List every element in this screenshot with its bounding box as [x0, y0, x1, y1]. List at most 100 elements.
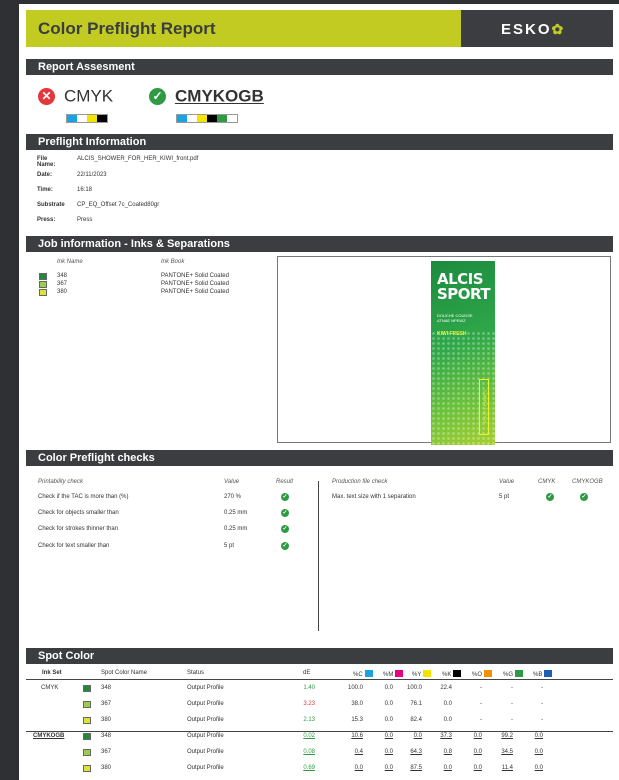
- spot-de: 0.08: [303, 749, 315, 755]
- spot-value-m: 0.0: [384, 749, 393, 755]
- spot-value-g: 34.5: [501, 749, 513, 755]
- spot-value-y: 87.5: [410, 765, 422, 771]
- col-color-swatch: [395, 670, 404, 677]
- ink-swatch: [39, 289, 47, 296]
- col-label: %B: [533, 672, 543, 678]
- spot-name: 367: [101, 701, 112, 707]
- color-swatch: [177, 115, 187, 122]
- check-value: 5 pt: [499, 494, 510, 500]
- spot-value-k: 0.0: [443, 701, 452, 707]
- col-label: %M: [383, 672, 394, 678]
- spot-value-g: 11.4: [501, 765, 513, 771]
- ink-name: 348: [57, 273, 68, 279]
- spot-value-k: 22.4: [440, 685, 452, 691]
- pass-check-icon: ✓: [281, 542, 289, 550]
- spot-status: Output Profile: [187, 765, 224, 771]
- value-header: Value: [224, 479, 240, 485]
- check-value: 270 %: [224, 494, 242, 500]
- result-header: Result: [276, 479, 294, 485]
- spot-swatch: [83, 701, 91, 708]
- spot-value-o: 0.0: [473, 765, 482, 771]
- spot-value-b: 0.0: [534, 765, 543, 771]
- ink-book: PANTONE+ Solid Coated: [161, 281, 229, 287]
- value-header: Value: [499, 479, 515, 485]
- spot-value-m: 0.0: [384, 717, 393, 723]
- spot-status: Output Profile: [187, 685, 224, 691]
- spot-value-g: -: [511, 717, 513, 723]
- spot-value-k: 37.3: [440, 733, 452, 739]
- section-preflight-information: Preflight Information: [26, 134, 613, 150]
- assessment-cmykogb[interactable]: ✓ CMYKOGB: [149, 86, 264, 107]
- esko-logo-text: ESKO: [501, 21, 552, 38]
- color-swatch: [187, 115, 197, 122]
- spot-value-y: 76.1: [410, 701, 422, 707]
- preflight-value: CP_EQ_Offset 7c_Coated80gr: [77, 202, 160, 208]
- ink-name: 367: [57, 281, 68, 287]
- assessment-label: CMYKOGB: [175, 86, 264, 106]
- ink-name-header: Ink Name: [57, 259, 83, 265]
- spot-value-b: 0.0: [534, 733, 543, 739]
- spot-value-c: 0.0: [354, 765, 363, 771]
- spot-value-o: 0.0: [473, 733, 482, 739]
- spot-status: Output Profile: [187, 701, 224, 707]
- color-swatch: [67, 115, 77, 122]
- col-label: %Y: [412, 672, 422, 678]
- pass-check-icon: ✓: [149, 88, 166, 106]
- ink-swatch: [39, 281, 47, 288]
- spot-value-g: 99.2: [501, 733, 513, 739]
- spot-value-g: -: [511, 685, 513, 691]
- col-color-swatch: [544, 670, 553, 677]
- spot-value-y: 82.4: [410, 717, 422, 723]
- color-swatch: [227, 115, 237, 122]
- col-g: %G: [503, 670, 524, 678]
- check-name: Max. text size with 1 separation: [332, 494, 416, 500]
- spot-de: 0.02: [303, 733, 315, 739]
- ink-swatch: [39, 273, 47, 280]
- preflight-value: Press: [77, 217, 93, 223]
- spot-value-m: 0.0: [384, 685, 393, 691]
- pass-check-icon: ✓: [580, 493, 588, 501]
- spot-value-m: 0.0: [384, 765, 393, 771]
- col-label: %G: [503, 672, 514, 678]
- table-rule: [26, 731, 613, 732]
- spot-value-y: 64.3: [410, 749, 422, 755]
- col-inkset: Ink Set: [42, 670, 62, 676]
- check-name: Check for text smaller than: [38, 543, 110, 549]
- col-color-swatch: [453, 670, 462, 677]
- cmyk-header: CMYK: [538, 479, 556, 485]
- col-c: %C: [353, 670, 373, 678]
- col-status: Status: [187, 670, 205, 676]
- col-color-swatch: [484, 670, 493, 677]
- cmykogb-header: CMYKOGB: [572, 479, 603, 485]
- spot-value-y: 0.0: [413, 733, 422, 739]
- col-color-swatch: [515, 670, 524, 677]
- printability-header: Printability check: [38, 479, 84, 485]
- spot-name: 380: [101, 717, 112, 723]
- spot-value-m: 0.0: [384, 701, 393, 707]
- spot-name: 348: [101, 733, 112, 739]
- col-de: dE: [303, 670, 311, 676]
- ink-book: PANTONE+ Solid Coated: [161, 289, 229, 295]
- spot-de: 1.40: [303, 685, 315, 691]
- col-y: %Y: [412, 670, 432, 678]
- report-title: Color Preflight Report: [38, 19, 216, 38]
- spot-de: 3.23: [303, 701, 315, 707]
- color-swatch: [207, 115, 217, 122]
- spot-value-k: 0.8: [443, 749, 452, 755]
- spot-name: 348: [101, 685, 112, 691]
- spot-value-b: -: [541, 701, 543, 707]
- pass-check-icon: ✓: [546, 493, 554, 501]
- pass-check-icon: ✓: [281, 525, 289, 533]
- pass-check-icon: ✓: [281, 509, 289, 517]
- spot-value-c: 0.4: [354, 749, 363, 755]
- col-k: %K: [442, 670, 462, 678]
- spot-value-y: 100.0: [406, 685, 422, 691]
- spot-value-c: 10.6: [351, 733, 363, 739]
- section-spot-color: Spot Color: [26, 648, 613, 664]
- package-artwork: ALCIS SPORT DOUCHE COUDSE ATNAE NPEWZ KI…: [431, 261, 495, 445]
- table-rule: [26, 679, 613, 680]
- assessment-cmyk: ✕ CMYK: [38, 86, 113, 107]
- spot-value-k: 0.0: [443, 765, 452, 771]
- ink-book-header: Ink Book: [161, 259, 185, 265]
- spot-de: 2.13: [303, 717, 315, 723]
